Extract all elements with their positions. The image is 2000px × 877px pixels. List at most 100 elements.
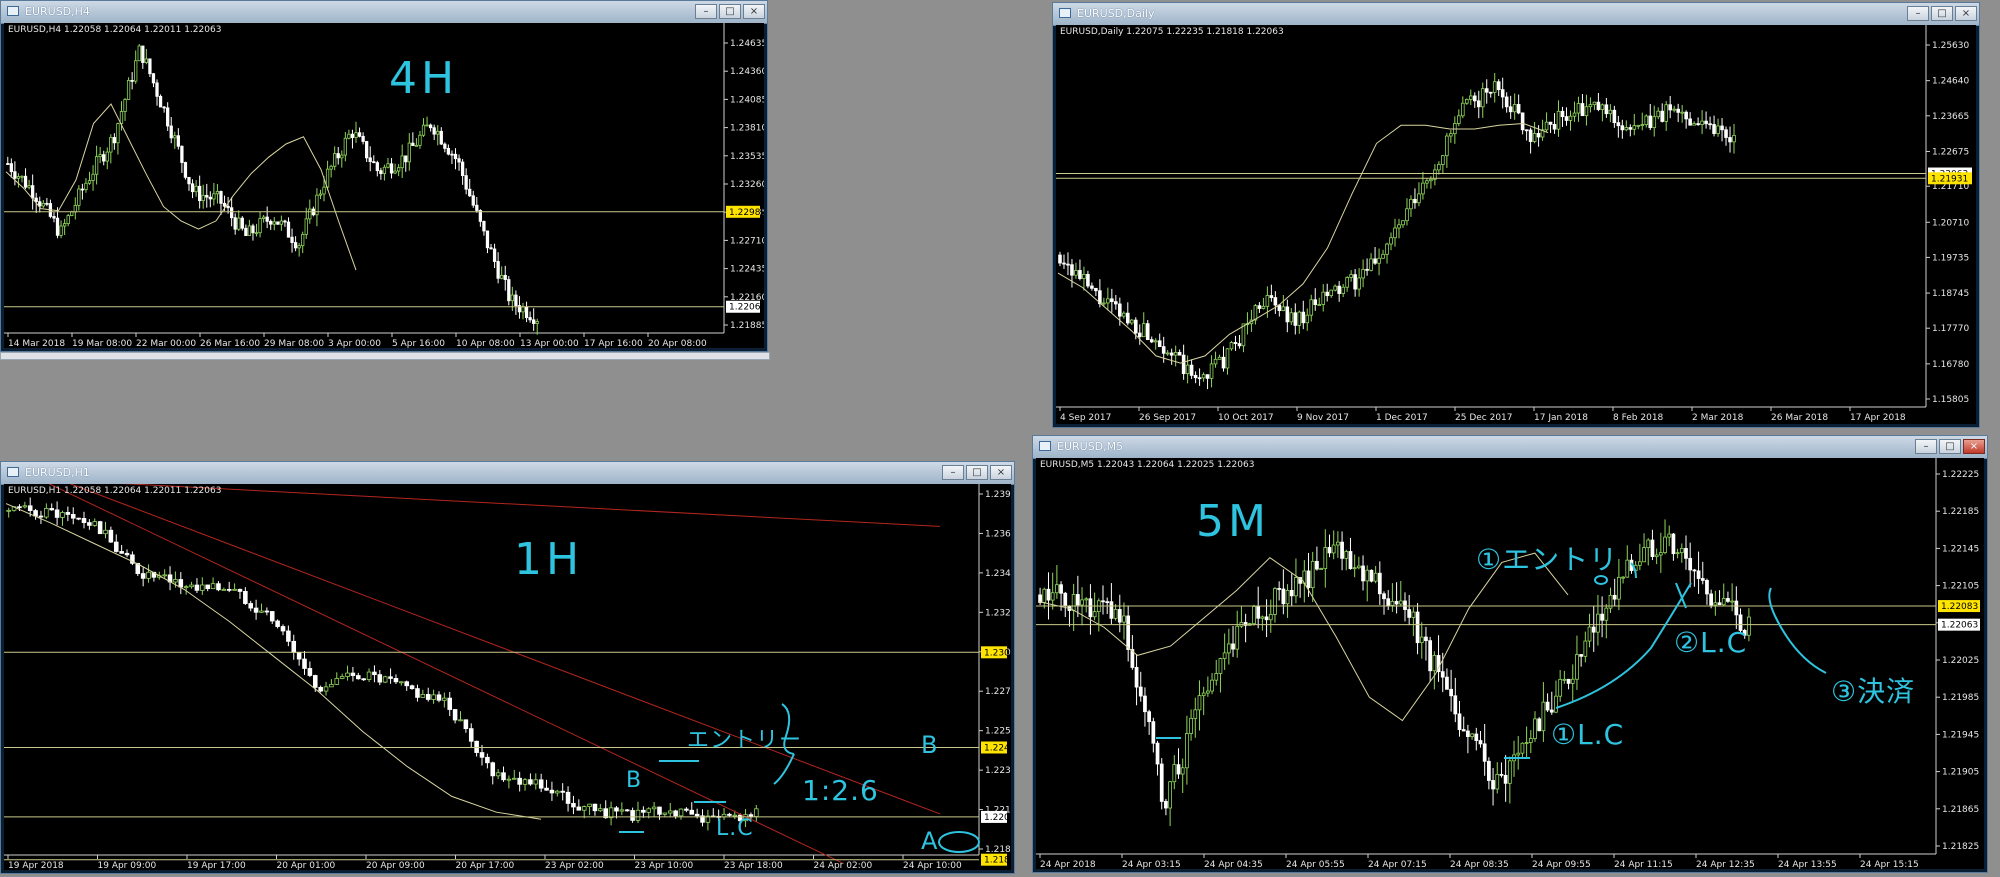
- candle-body: [1667, 533, 1672, 538]
- chart-window-m5[interactable]: EURUSD,M5 – □ × 1.22225 1.22185 1.22145 1.2…: [1032, 435, 1988, 873]
- candle-body: [1684, 111, 1688, 120]
- candle-body: [1046, 588, 1051, 601]
- candle-body: [436, 694, 442, 701]
- candle-body: [1409, 198, 1413, 210]
- annotation-b: B: [921, 731, 939, 759]
- candle-body: [1161, 346, 1166, 354]
- price-tick-label: 1.22025: [1942, 656, 1979, 666]
- price-tick-label: 1.23260: [730, 180, 764, 190]
- title-bar[interactable]: EURUSD,H1 – □ ×: [1, 462, 1014, 485]
- candle-body: [576, 806, 582, 811]
- candle-body: [657, 806, 662, 815]
- candle-body: [1440, 671, 1445, 678]
- candle-body: [1524, 742, 1529, 744]
- minimize-button[interactable]: –: [1907, 6, 1929, 21]
- candle-body: [1654, 554, 1659, 557]
- candle-body: [651, 806, 657, 810]
- candle-body: [1507, 760, 1512, 784]
- chart-window-daily[interactable]: EURUSD,Daily – □ × 1.25630 1.24640 1.23665…: [1052, 2, 1980, 428]
- candle-body: [137, 45, 141, 62]
- title-bar[interactable]: EURUSD,Daily – □ ×: [1053, 3, 1979, 26]
- candle-body: [1676, 108, 1680, 113]
- candle-body: [524, 306, 529, 319]
- candle-body: [240, 217, 244, 229]
- candle-body: [1078, 270, 1082, 279]
- candle-body: [1624, 127, 1629, 131]
- candle-body: [1221, 356, 1226, 369]
- maximize-button[interactable]: □: [719, 4, 741, 19]
- candle-body: [1499, 773, 1504, 776]
- candle-body: [1176, 764, 1181, 775]
- candle-body: [219, 191, 223, 204]
- candle-body: [1466, 730, 1470, 737]
- minimize-button[interactable]: –: [1915, 439, 1937, 454]
- candle-body: [237, 217, 241, 230]
- price-tick-label: 1.21985: [1942, 693, 1979, 703]
- annotation-bracket-lower: [773, 753, 795, 785]
- time-tick-label: 2 Mar 2018: [1692, 413, 1744, 423]
- candle-body: [81, 518, 87, 524]
- close-button[interactable]: ×: [743, 4, 765, 19]
- candle-body: [1596, 613, 1600, 633]
- candle-body: [1576, 103, 1581, 114]
- candle-body: [102, 154, 106, 162]
- candle-body: [27, 505, 33, 511]
- title-bar[interactable]: EURUSD,M5 – □ ×: [1033, 436, 1987, 459]
- candle-body: [1583, 640, 1588, 657]
- level-price-label: 1.22459: [984, 743, 1011, 753]
- time-tick-label: 24 Apr 07:15: [1368, 860, 1427, 869]
- candle-body: [151, 73, 156, 84]
- price-chart[interactable]: 1.239051.236801.234551.232301.230051.227…: [4, 484, 1011, 870]
- candle-body: [635, 809, 641, 821]
- candle-body: [1636, 124, 1641, 127]
- candle-body: [474, 740, 479, 753]
- candle-body: [1323, 547, 1328, 569]
- candle-body: [1432, 655, 1437, 672]
- candle-body: [49, 508, 55, 511]
- candle-body: [155, 82, 159, 97]
- candle-body: [126, 80, 131, 100]
- candle-body: [354, 132, 358, 138]
- candle-body: [1716, 125, 1720, 134]
- candle-body: [1503, 774, 1508, 784]
- candle-body: [549, 789, 555, 794]
- candle-body: [350, 133, 355, 138]
- candle-body: [221, 588, 227, 591]
- candle-body: [1129, 319, 1134, 324]
- candle-body: [404, 155, 408, 163]
- candle-body: [1726, 598, 1730, 602]
- candle-body: [528, 779, 533, 785]
- price-chart[interactable]: 1.25630 1.24640 1.23665 1.22675 1.21710 1.207…: [1056, 25, 1976, 424]
- price-chart[interactable]: 1.24635 1.24360 1.24085 1.23810 1.23535 1.232…: [4, 23, 764, 348]
- chart-window-h4[interactable]: EURUSD,H4 – □ × 1.24635 1.24360 1.24085 1.2…: [0, 0, 768, 352]
- price-tick-label: 1.21885: [730, 321, 764, 331]
- candle-body: [87, 522, 92, 526]
- price-tick-label: 1.21905: [1942, 768, 1979, 778]
- time-tick-label: 19 Mar 08:00: [72, 339, 132, 348]
- price-tick-label: 1.16780: [1932, 360, 1969, 370]
- candle-body: [1393, 227, 1397, 239]
- maximize-button[interactable]: □: [966, 465, 988, 480]
- maximize-button[interactable]: □: [1939, 439, 1961, 454]
- candle-body: [1147, 711, 1152, 723]
- minimize-button[interactable]: –: [942, 465, 964, 480]
- candle-body: [1189, 717, 1193, 734]
- price-chart[interactable]: 1.222251.221851.221451.221051.220651.220…: [1036, 458, 1984, 869]
- candle-body: [1441, 155, 1445, 165]
- close-button[interactable]: ×: [1963, 439, 1985, 454]
- chart-window-h1[interactable]: EURUSD,H1 – □ × 1.23905 1.23680 1.23455 1.2…: [0, 461, 1015, 874]
- title-bar[interactable]: EURUSD,H4 – □ ×: [1, 1, 767, 24]
- maximize-button[interactable]: □: [1931, 6, 1953, 21]
- window-title: EURUSD,H1: [25, 466, 90, 479]
- close-button[interactable]: ×: [990, 465, 1012, 480]
- candle-body: [254, 232, 259, 235]
- minimize-button[interactable]: –: [695, 4, 717, 19]
- close-button[interactable]: ×: [1955, 6, 1977, 21]
- candle-body: [1344, 551, 1349, 559]
- candle-body: [17, 506, 22, 509]
- candle-body: [34, 197, 38, 203]
- candle-body: [646, 808, 652, 813]
- candle-body: [1704, 120, 1708, 125]
- candle-body: [1345, 277, 1349, 288]
- candle-body: [528, 317, 532, 321]
